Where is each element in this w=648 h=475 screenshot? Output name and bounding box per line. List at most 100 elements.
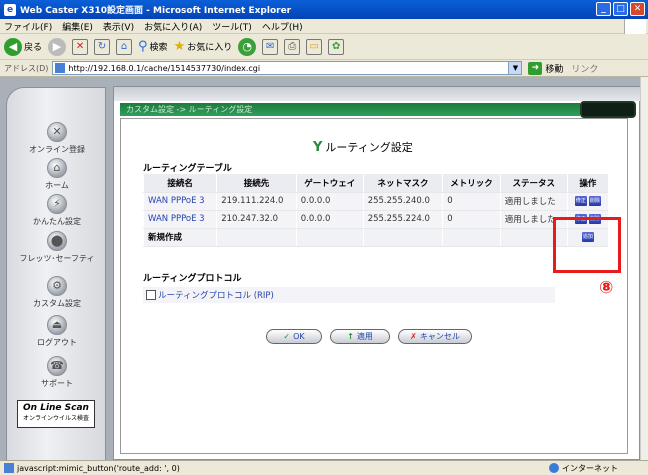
cell-gateway: 0.0.0.0 [295,192,364,211]
sidebar-item-label: ログアウト [37,338,77,347]
sidebar-item-support[interactable]: ☎ サポート [7,356,107,389]
sidebar-item-label: オンライン登録 [29,145,85,154]
cancel-button[interactable]: ✗ キャンセル [398,329,472,344]
home-button[interactable]: ⌂ [116,38,133,55]
menu-edit[interactable]: 編集(E) [62,20,93,33]
page-title-text: ルーティング設定 [325,141,413,154]
search-button[interactable]: ⚲ 検索 [138,39,168,54]
refresh-button[interactable]: ↻ [94,38,111,55]
print-button[interactable]: ⎙ [284,38,301,55]
back-button[interactable]: ◀ 戻る [4,37,43,56]
close-circle-icon: ✕ [47,122,67,142]
ok-button[interactable]: ✓ OK [266,329,322,344]
rip-option-row: ルーティングプロトコル (RIP) [143,287,555,303]
mail-button[interactable]: ✉ [262,38,279,55]
address-input[interactable]: http://192.168.0.1/cache/1514537730/inde… [52,61,523,75]
page-icon [55,63,66,73]
apply-button[interactable]: ↑ 適用 [330,329,390,344]
ok-label: OK [293,332,305,341]
breadcrumb: カスタム設定 -> ルーティング設定 [120,103,580,116]
windows-logo-icon [624,19,646,34]
minimize-button[interactable]: _ [596,2,611,16]
cell-destination: 210.247.32.0 [216,210,297,229]
cell-gateway: 0.0.0.0 [295,210,364,229]
sidebar-item-flets-safety[interactable]: ⬤ フレッツ･セーフティ [7,231,107,264]
back-label: 戻る [24,43,43,53]
favorites-button[interactable]: ★ お気に入り [174,39,233,54]
new-entry-label: 新規作成 [142,228,217,247]
rip-label: ルーティングプロトコル (RIP) [158,291,274,301]
address-url: http://192.168.0.1/cache/1514537730/inde… [68,63,261,73]
sidebar-item-label: カスタム設定 [33,299,81,308]
page-icon [4,463,14,473]
sidebar: ✕ オンライン登録 ⌂ ホーム ⚡ かんたん設定 ⬤ フレッツ･セーフティ ⚙ … [6,87,106,462]
menu-file[interactable]: ファイル(F) [4,20,52,33]
search-icon: ⚲ [138,39,148,54]
col-connection-name: 接続名 [142,174,217,193]
sidebar-item-home[interactable]: ⌂ ホーム [7,158,107,191]
sidebar-item-online-register[interactable]: ✕ オンライン登録 [7,122,107,155]
breadcrumb-end-cap [580,101,636,118]
edit-button[interactable]: 修正 [574,195,587,206]
sidebar-item-label: フレッツ･セーフティ [19,254,95,263]
favorites-label: お気に入り [187,43,233,53]
page-content: ✕ オンライン登録 ⌂ ホーム ⚡ かんたん設定 ⬤ フレッツ･セーフティ ⚙ … [0,77,641,462]
table-row: WAN PPPoE 3 210.247.32.0 0.0.0.0 255.255… [142,210,608,229]
history-button[interactable]: ◔ [238,37,257,56]
delete-button[interactable]: 削除 [588,195,601,206]
go-label: 移動 [545,64,564,75]
rip-checkbox[interactable] [146,290,156,300]
sidebar-item-label: かんたん設定 [33,217,81,226]
back-icon: ◀ [4,37,22,56]
cell-operation: 修正 削除 [566,192,608,211]
main-frame: カスタム設定 -> ルーティング設定 Y ルーティング設定 ルーティングテーブル… [113,86,641,460]
table-row: WAN PPPoE 3 219.111.224.0 0.0.0.0 255.25… [142,192,608,211]
menu-help[interactable]: ヘルプ(H) [262,20,303,33]
zone-label: インターネット [562,463,618,473]
cell-netmask: 255.255.224.0 [362,210,443,229]
action-buttons: ✓ OK ↑ 適用 ✗ キャンセル [266,329,472,344]
address-dropdown[interactable]: ▼ [508,62,522,74]
logout-icon: ⏏ [47,315,67,335]
menu-tools[interactable]: ツール(T) [212,20,252,33]
col-destination: 接続先 [216,174,297,193]
toolbar: ◀ 戻る ▶ ✕ ↻ ⌂ ⚲ 検索 ★ お気に入り ◔ ✉ ⎙ ▭ ✿ [0,34,648,60]
forward-button[interactable]: ▶ [48,37,67,56]
gear-icon: ⚙ [47,276,67,296]
routing-table-title: ルーティングテーブル [143,164,232,174]
messenger-button[interactable]: ✿ [328,38,345,55]
cell-name: WAN PPPoE 3 [142,210,217,229]
menu-view[interactable]: 表示(V) [103,20,134,33]
sidebar-item-easy-setup[interactable]: ⚡ かんたん設定 [7,194,107,227]
address-bar: アドレス(D) http://192.168.0.1/cache/1514537… [0,60,648,77]
vertical-scrollbar[interactable] [640,77,648,460]
page-title: Y ルーティング設定 [313,139,413,155]
folder-button[interactable]: ▭ [306,38,323,55]
highlight-box [553,217,621,273]
go-button[interactable]: ➜ 移動 [528,61,564,75]
apply-label: 適用 [356,332,373,341]
online-scan-subtitle: オンラインウイルス検査 [22,415,89,422]
cell-status: 適用しました [499,192,568,211]
col-metric: メトリック [442,174,501,193]
stop-button[interactable]: ✕ [72,38,89,55]
links-button[interactable]: リンク [571,62,598,75]
routing-icon: Y [313,139,323,155]
menu-bar: ファイル(F) 編集(E) 表示(V) お気に入り(A) ツール(T) ヘルプ(… [0,19,648,34]
sidebar-item-label: サポート [41,379,73,388]
status-bar: javascript:mimic_button('route_add: ', 0… [0,460,648,475]
star-icon: ★ [173,39,186,54]
search-label: 検索 [149,43,168,53]
frame-header [114,87,641,101]
maximize-button[interactable]: □ [613,2,628,16]
menu-favorites[interactable]: お気に入り(A) [144,20,202,33]
col-netmask: ネットマスク [362,174,443,193]
online-scan-title: On Line Scan [23,403,89,413]
cancel-icon: ✗ [410,332,417,341]
protocol-section-title: ルーティングプロトコル [143,274,242,284]
sidebar-item-custom-settings[interactable]: ⚙ カスタム設定 [7,276,107,309]
online-scan-button[interactable]: On Line Scan オンラインウイルス検査 [17,400,95,428]
sidebar-item-logout[interactable]: ⏏ ログアウト [7,315,107,348]
close-button[interactable]: ✕ [630,2,645,16]
cell-name: WAN PPPoE 3 [142,192,217,211]
